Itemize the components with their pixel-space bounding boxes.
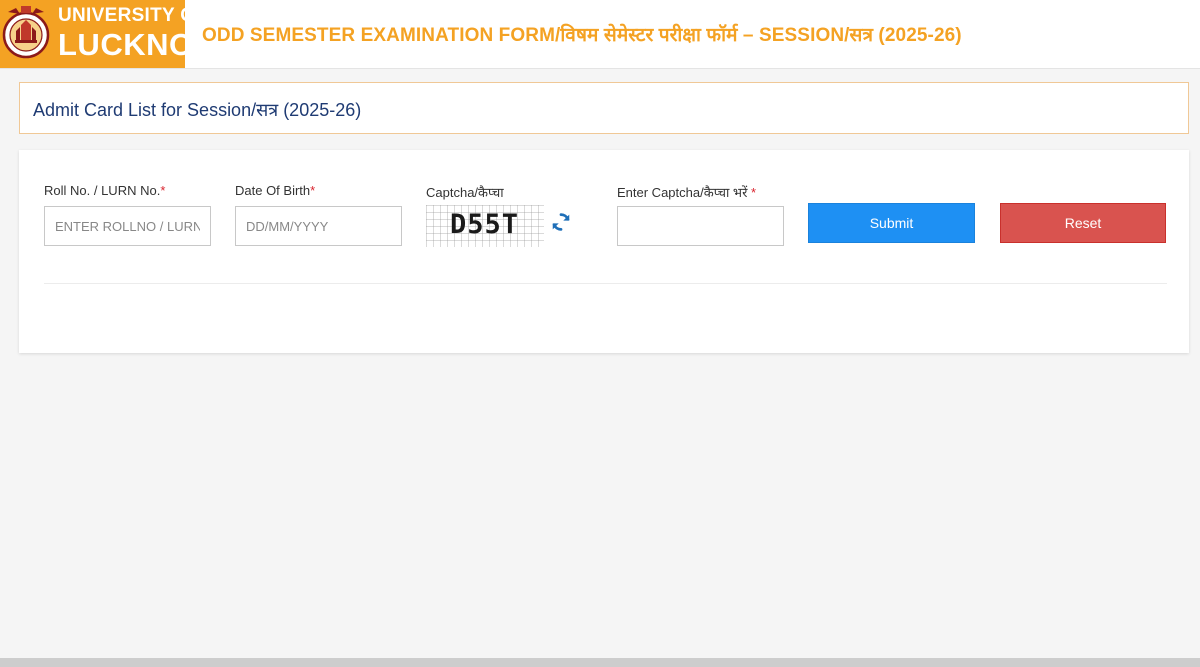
required-mark: *: [751, 185, 757, 200]
required-mark: *: [310, 183, 316, 198]
refresh-icon[interactable]: [550, 211, 572, 233]
dob-label: Date Of Birth*: [235, 183, 315, 198]
captcha-image: D55T: [426, 205, 544, 247]
university-seal-icon: [2, 6, 50, 59]
enter-captcha-label: Enter Captcha/कैप्चा भरें *: [617, 183, 756, 201]
bottom-scroll-bar: [0, 658, 1200, 667]
form-divider: [44, 283, 1167, 284]
logo-text-main: LUCKNOW: [58, 27, 185, 62]
roll-no-input[interactable]: [44, 206, 211, 246]
university-logo[interactable]: UNIVERSITY OF LUCKNOW: [0, 0, 185, 68]
panel-heading-text: Admit Card List for Session/सत्र (2025-2…: [33, 100, 362, 120]
captcha-label-text: Captcha/कैप्चा: [426, 185, 504, 200]
submit-button[interactable]: Submit: [808, 203, 975, 243]
reset-button[interactable]: Reset: [1000, 203, 1166, 243]
roll-no-label-text: Roll No. / LURN No.: [44, 183, 161, 198]
dob-label-text: Date Of Birth: [235, 183, 311, 198]
panel-heading: Admit Card List for Session/सत्र (2025-2…: [19, 82, 1189, 134]
logo-text-top: UNIVERSITY OF: [58, 5, 185, 26]
page-title: ODD SEMESTER EXAMINATION FORM/विषम सेमेस…: [202, 25, 962, 46]
page-header: UNIVERSITY OF LUCKNOW ODD SEMESTER EXAMI…: [0, 0, 1200, 69]
dob-input[interactable]: [235, 206, 402, 246]
enter-captcha-label-text: Enter Captcha/कैप्चा भरें: [617, 185, 748, 200]
required-mark: *: [160, 183, 166, 198]
admit-card-form: Roll No. / LURN No.* Date Of Birth* Capt…: [19, 150, 1189, 353]
captcha-label: Captcha/कैप्चा: [426, 183, 504, 201]
captcha-code: D55T: [450, 209, 520, 240]
roll-no-label: Roll No. / LURN No.*: [44, 183, 165, 198]
captcha-input[interactable]: [617, 206, 784, 246]
